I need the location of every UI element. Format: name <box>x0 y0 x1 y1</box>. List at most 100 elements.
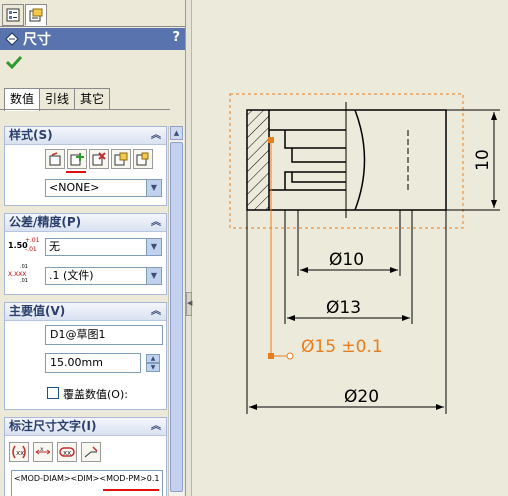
primary-value-group-header[interactable]: 主要值(V) ︽ <box>5 303 166 321</box>
tolerance-group-title: 公差/精度(P) <box>9 215 82 229</box>
dimension-text-phi15[interactable]: Ø15 ±0.1 <box>301 337 383 357</box>
add-style-icon <box>70 153 84 166</box>
active-style-marker <box>66 171 86 173</box>
checkmark-icon <box>5 55 23 70</box>
save-style-icon <box>114 152 128 166</box>
text-marker <box>103 489 159 491</box>
chevron-down-icon[interactable]: ▼ <box>146 180 161 196</box>
style-group-header[interactable]: 样式(S) ︽ <box>5 127 166 145</box>
style-select-value: <NONE> <box>49 181 100 194</box>
feature-tree-icon <box>6 8 20 22</box>
add-style-button[interactable] <box>67 149 87 169</box>
value-spinner[interactable]: ▲ ▼ <box>146 354 160 372</box>
style-select[interactable]: <NONE> ▼ <box>45 179 162 197</box>
add-parentheses-button[interactable]: xx <box>9 442 29 462</box>
tolerance-group: 公差/精度(P) ︽ 1.50 +.01 -.01 无 ▼ .01 X.XXX .0… <box>4 213 167 295</box>
parentheses-icon: xx <box>12 445 26 459</box>
collapse-icon[interactable]: ︽ <box>151 303 161 320</box>
inspection-dimension-button[interactable]: xx <box>57 442 77 462</box>
step-outline <box>284 130 346 190</box>
vertical-dimension-10: 10 <box>446 109 500 211</box>
precision-icon-bot: .01 <box>20 278 28 284</box>
precision-icon-mid: X.XXX <box>8 271 27 278</box>
save-style-button[interactable] <box>111 149 131 169</box>
property-manager-panel: 尺寸 ? 数值 引线 其它 样式(S) ︽ <NONE> ▼ 公差/精度(P) ︽ 1… <box>0 0 186 496</box>
apply-default-style-button[interactable] <box>45 149 65 169</box>
dimension-icon <box>5 32 19 46</box>
tolerance-icon-sup: +.01 <box>25 237 40 244</box>
svg-text:xx: xx <box>16 449 24 457</box>
tab-divider <box>0 109 170 110</box>
chevron-down-icon[interactable]: ▼ <box>146 268 161 284</box>
svg-text:x: x <box>40 446 44 453</box>
dimension-text-group-header[interactable]: 标注尺寸文字(I) ︽ <box>5 418 166 436</box>
dimension-text-icon-row: xx x xx <box>9 442 101 462</box>
tolerance-group-header[interactable]: 公差/精度(P) ︽ <box>5 214 166 232</box>
scroll-up-icon[interactable]: ▲ <box>170 126 183 140</box>
scroll-thumb[interactable] <box>170 142 183 492</box>
override-value-label: 覆盖数值(O): <box>63 388 128 401</box>
dimension-name-field[interactable]: D1@草图1 <box>45 325 163 345</box>
precision-icon: .01 X.XXX .01 <box>8 264 40 286</box>
tab-value[interactable]: 数值 <box>4 88 41 111</box>
primary-value-group: 主要值(V) ︽ D1@草图1 15.00mm ▲ ▼ 覆盖数值(O): <box>4 302 167 410</box>
ok-button[interactable] <box>5 55 23 72</box>
collapse-icon[interactable]: ︽ <box>151 418 161 435</box>
collapse-icon[interactable]: ︽ <box>151 127 161 144</box>
collapse-panel-icon[interactable]: ◀ <box>186 292 192 316</box>
primary-value-group-title: 主要值(V) <box>9 304 66 318</box>
chevron-down-icon[interactable]: ▼ <box>146 239 161 255</box>
text-handle[interactable] <box>286 352 294 360</box>
panel-scrollbar[interactable]: ▲ <box>168 126 184 496</box>
drawing-svg: 10 Ø10 Ø13 Ø15 ±0.1 Ø20 <box>229 93 500 414</box>
inspection-dimension-icon: xx <box>59 447 75 457</box>
panel-tabs: 数值 引线 其它 <box>4 88 111 111</box>
offset-text-button[interactable] <box>81 442 101 462</box>
offset-text-icon <box>84 446 98 458</box>
dimension-text-group-title: 标注尺寸文字(I) <box>9 419 97 433</box>
property-manager-tab[interactable] <box>25 4 47 26</box>
center-dimension-button[interactable]: x <box>33 442 53 462</box>
tab-leaders[interactable]: 引线 <box>39 88 76 109</box>
precision-icon-top: .01 <box>20 264 28 270</box>
panel-title: 尺寸 <box>23 32 51 48</box>
manager-tab-divider <box>0 26 185 27</box>
spin-up-icon[interactable]: ▲ <box>146 354 160 363</box>
panel-splitter[interactable]: ◀ <box>186 0 192 496</box>
tolerance-type-value: 无 <box>49 240 60 253</box>
spin-down-icon[interactable]: ▼ <box>146 363 160 372</box>
help-button[interactable]: ? <box>172 30 180 45</box>
feature-manager-tab[interactable] <box>2 4 24 26</box>
dimension-value-field[interactable]: 15.00mm <box>45 353 141 373</box>
load-style-button[interactable] <box>133 149 153 169</box>
dimension-text-field[interactable]: <MOD-DIAM><DIM><MOD-PM>0.1 <box>11 470 163 496</box>
drag-handle[interactable] <box>268 353 274 359</box>
drag-handle[interactable] <box>268 137 274 143</box>
delete-style-button[interactable] <box>89 149 109 169</box>
apply-style-icon <box>49 152 61 166</box>
inner-step-outline <box>291 148 346 183</box>
svg-text:xx: xx <box>63 449 71 457</box>
tolerance-icon: 1.50 +.01 -.01 <box>8 237 40 255</box>
precision-select[interactable]: .1 (文件) ▼ <box>45 267 162 285</box>
arc-edge <box>354 109 366 211</box>
dimension-text-10[interactable]: 10 <box>473 149 493 171</box>
tolerance-icon-sub: -.01 <box>25 246 37 253</box>
tolerance-type-select[interactable]: 无 ▼ <box>45 238 162 256</box>
tab-other[interactable]: 其它 <box>74 88 111 109</box>
dimension-text-phi10[interactable]: Ø10 <box>329 250 364 270</box>
center-dimension-icon: x <box>35 446 51 455</box>
drawing-canvas[interactable]: 10 Ø10 Ø13 Ø15 ±0.1 Ø20 <box>193 0 508 496</box>
collapse-icon[interactable]: ︽ <box>151 214 161 231</box>
delete-style-icon <box>92 152 106 166</box>
part-section-view <box>246 102 447 218</box>
dimension-text-group: 标注尺寸文字(I) ︽ xx x xx <MOD-DIAM><DIM><MOD-P… <box>4 417 167 496</box>
panel-titlebar: 尺寸 ? <box>0 28 185 50</box>
override-value-checkbox[interactable] <box>47 387 59 399</box>
bore-outline <box>269 129 346 191</box>
dimension-phi10: Ø10 <box>297 210 401 276</box>
dimension-text-phi20[interactable]: Ø20 <box>344 387 379 407</box>
dimension-text-phi13[interactable]: Ø13 <box>326 298 361 318</box>
style-icon-row <box>45 149 153 169</box>
manager-tabs <box>2 4 47 26</box>
